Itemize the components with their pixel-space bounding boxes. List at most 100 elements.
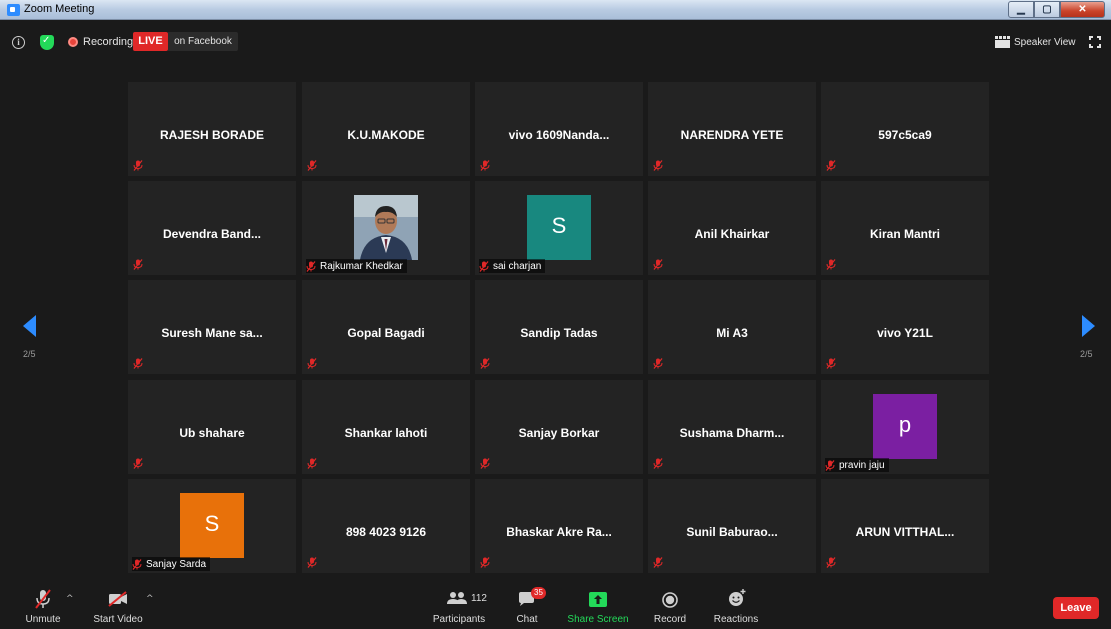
participant-tile[interactable]: Shankar lahoti [302, 380, 470, 474]
participant-tile[interactable]: Bhaskar Akre Ra... [475, 479, 643, 573]
recording-label[interactable]: Recording [83, 36, 133, 48]
chat-unread-badge: 35 [531, 587, 546, 599]
muted-mic-icon [133, 259, 143, 270]
muted-mic-icon [480, 160, 490, 171]
muted-mic-icon [133, 160, 143, 171]
participant-name: Sanjay Sarda [146, 558, 207, 570]
muted-mic-icon [480, 358, 490, 369]
muted-mic-icon [653, 160, 663, 171]
participants-icon [447, 592, 467, 604]
participant-name: Sandip Tadas [520, 326, 598, 340]
participant-tile[interactable]: Ub shahare [128, 380, 296, 474]
close-button[interactable]: ✕ [1060, 1, 1105, 18]
participant-tile[interactable]: Sunil Baburao... [648, 479, 816, 573]
reactions-icon [729, 589, 746, 606]
participant-avatar: p [873, 394, 937, 459]
muted-mic-icon [480, 458, 490, 469]
participants-button[interactable]: Participants [428, 582, 490, 629]
participant-tile[interactable]: Mi A3 [648, 280, 816, 374]
minimize-button[interactable]: ▁ [1008, 1, 1034, 18]
window-title: Zoom Meeting [24, 3, 95, 15]
leave-button[interactable]: Leave [1053, 597, 1099, 619]
speaker-view-button[interactable]: Speaker View [995, 33, 1076, 51]
start-video-button[interactable]: Start Video [90, 582, 146, 629]
participant-name-tag: Sanjay Sarda [132, 557, 211, 571]
participant-tile[interactable]: Rajkumar Khedkar [302, 181, 470, 275]
participant-name: Gopal Bagadi [347, 326, 425, 340]
share-screen-label: Share Screen [567, 614, 629, 625]
participant-tile[interactable]: Ssai charjan [475, 181, 643, 275]
chat-label: Chat [516, 614, 538, 625]
participant-tile[interactable]: K.U.MAKODE [302, 82, 470, 176]
participant-tile[interactable]: S Sanjay Sarda [128, 479, 296, 573]
participant-name: Devendra Band... [162, 227, 262, 241]
speaker-view-icon [995, 36, 1010, 48]
meeting-toolbar: Unmute ^ Start Video ^ Participants Chat [0, 582, 1111, 629]
shield-icon[interactable] [40, 35, 54, 50]
participant-tile[interactable]: Sandip Tadas [475, 280, 643, 374]
muted-mic-icon [133, 458, 143, 469]
participant-tile[interactable]: Suresh Mane sa... [128, 280, 296, 374]
participant-tile[interactable]: vivo 1609Nanda... [475, 82, 643, 176]
participant-tile[interactable]: Sushama Dharm... [648, 380, 816, 474]
muted-mic-icon [653, 458, 663, 469]
participant-tile[interactable]: RAJESH BORADE [128, 82, 296, 176]
participant-avatar: S [180, 493, 244, 558]
share-screen-button[interactable]: Share Screen [566, 582, 630, 629]
muted-mic-icon [307, 358, 317, 369]
video-options-caret-icon[interactable]: ^ [146, 594, 154, 604]
muted-mic-icon [307, 557, 317, 568]
maximize-button[interactable]: ▢ [1034, 1, 1060, 18]
participant-name: Shankar lahoti [344, 426, 428, 440]
participant-name: RAJESH BORADE [159, 128, 264, 142]
live-destination[interactable]: on Facebook [168, 32, 238, 51]
participant-tile[interactable]: p pravin jaju [821, 380, 989, 474]
participant-tile[interactable]: Kiran Mantri [821, 181, 989, 275]
zoom-window: Zoom Meeting ▁ ▢ ✕ i Recording LIVE on F… [0, 0, 1111, 629]
participant-tile[interactable]: Gopal Bagadi [302, 280, 470, 374]
muted-mic-icon [480, 557, 490, 568]
start-video-label: Start Video [93, 614, 143, 625]
info-icon[interactable]: i [12, 36, 25, 49]
participant-tile[interactable]: ARUN VITTHAL... [821, 479, 989, 573]
muted-mic-icon [653, 358, 663, 369]
participant-tile[interactable]: vivo Y21L [821, 280, 989, 374]
video-off-icon [108, 591, 127, 607]
previous-page-arrow-icon[interactable] [23, 315, 36, 337]
participants-label: Participants [432, 614, 486, 625]
participant-tile[interactable]: NARENDRA YETE [648, 82, 816, 176]
share-screen-icon [589, 592, 607, 607]
participant-name: ARUN VITTHAL... [855, 525, 955, 539]
speaker-view-label: Speaker View [1014, 36, 1076, 48]
muted-mic-icon [653, 259, 663, 270]
participant-name: K.U.MAKODE [347, 128, 425, 142]
window-titlebar: Zoom Meeting ▁ ▢ ✕ [0, 0, 1111, 20]
participant-name: Bhaskar Akre Ra... [506, 525, 612, 539]
participant-name-tag: sai charjan [479, 259, 546, 273]
participant-name: sai charjan [493, 260, 542, 272]
left-page-indicator: 2/5 [23, 349, 36, 359]
participant-name: Ub shahare [179, 426, 245, 440]
participant-tile[interactable]: Devendra Band... [128, 181, 296, 275]
participant-name: vivo 1609Nanda... [508, 128, 610, 142]
participant-video-thumbnail [354, 195, 418, 260]
live-badge[interactable]: LIVE [133, 32, 168, 51]
muted-mic-icon [307, 458, 317, 469]
participant-tile[interactable]: 898 4023 9126 [302, 479, 470, 573]
audio-options-caret-icon[interactable]: ^ [66, 594, 74, 604]
next-page-arrow-icon[interactable] [1082, 315, 1095, 337]
meeting-topbar: i Recording LIVE on Facebook Speaker Vie… [0, 20, 1111, 66]
participant-tile[interactable]: Sanjay Borkar [475, 380, 643, 474]
fullscreen-icon[interactable] [1089, 36, 1101, 48]
participant-name: Kiran Mantri [869, 227, 940, 241]
reactions-button[interactable]: Reactions [710, 582, 762, 629]
participant-name: Sushama Dharm... [679, 426, 785, 440]
unmute-button[interactable]: Unmute [20, 582, 66, 629]
muted-mic-icon [306, 260, 316, 272]
right-page-indicator: 2/5 [1080, 349, 1093, 359]
participant-tile[interactable]: Anil Khairkar [648, 181, 816, 275]
participant-tile[interactable]: 597c5ca9 [821, 82, 989, 176]
muted-mic-icon [132, 558, 142, 570]
participants-count: 112 [471, 593, 487, 604]
record-button[interactable]: Record [650, 582, 690, 629]
